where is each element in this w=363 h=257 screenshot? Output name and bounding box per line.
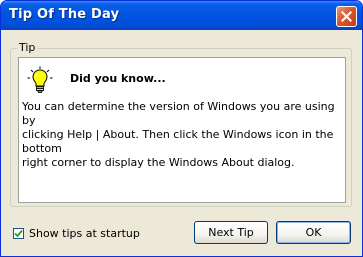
tip-heading: Did you know... — [70, 72, 166, 85]
show-tips-label[interactable]: Show tips at startup — [29, 227, 140, 240]
close-icon — [341, 11, 352, 22]
next-tip-button[interactable]: Next Tip — [194, 221, 268, 244]
window-title: Tip Of The Day — [9, 7, 120, 22]
lightbulb-icon — [27, 66, 53, 93]
show-tips-option[interactable]: Show tips at startup — [13, 226, 140, 240]
tip-group-label: Tip — [17, 41, 38, 54]
checkmark-icon — [14, 229, 23, 237]
tip-of-the-day-dialog: Tip Of The Day Tip Did you know... You c… — [0, 0, 363, 257]
title-bar[interactable]: Tip Of The Day — [1, 1, 362, 30]
close-button[interactable] — [336, 6, 357, 27]
tip-body-text: You can determine the version of Windows… — [22, 100, 335, 169]
show-tips-checkbox[interactable] — [13, 227, 24, 239]
ok-button[interactable]: OK — [276, 221, 351, 244]
tip-content-panel: Did you know... You can determine the ve… — [18, 57, 346, 203]
